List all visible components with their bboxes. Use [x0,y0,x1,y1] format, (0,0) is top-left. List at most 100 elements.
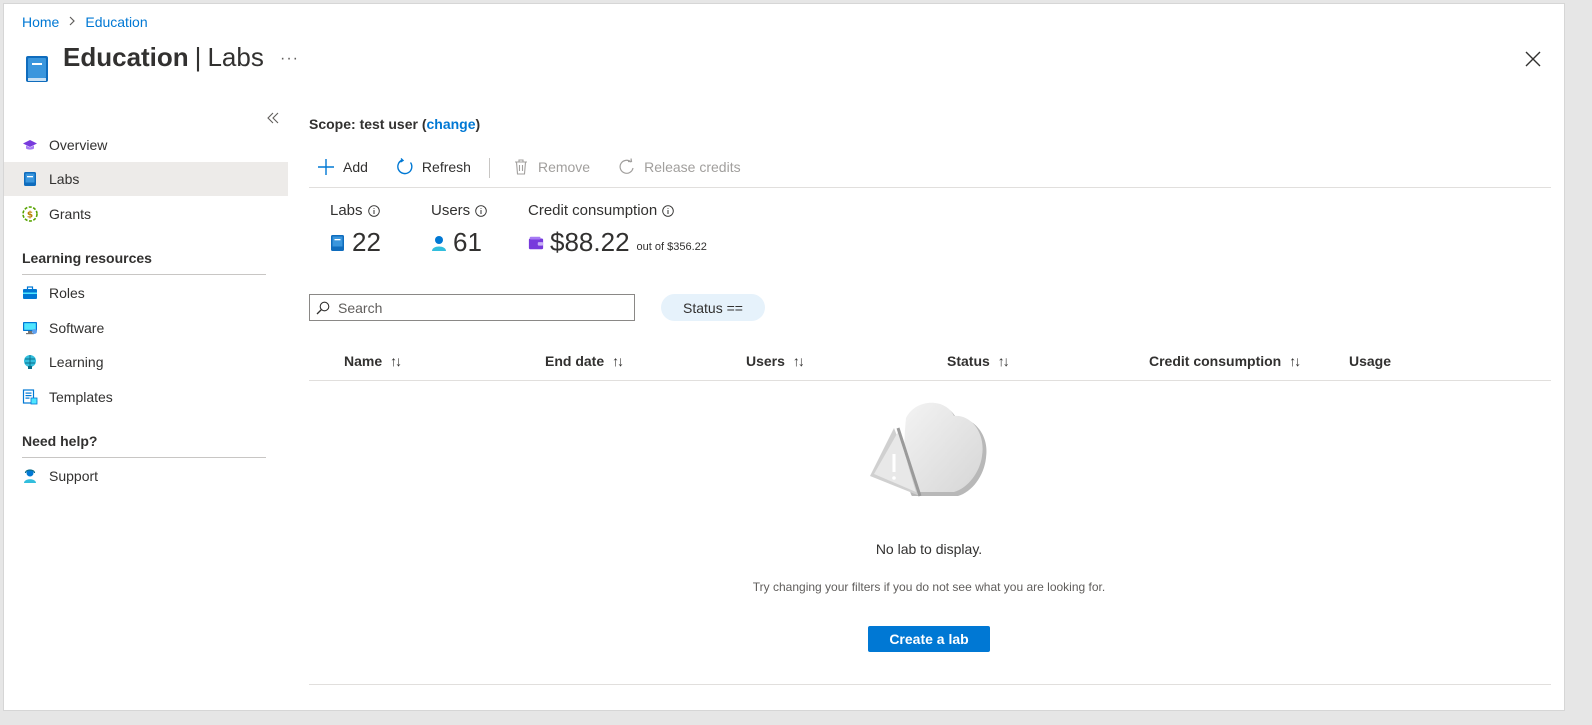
refresh-icon [396,158,414,176]
user-icon [431,234,447,252]
more-options-icon[interactable]: ··· [280,50,299,68]
column-header-end-date[interactable]: End date ↑↓ [545,353,624,369]
sidebar-item-software[interactable]: Software [4,311,288,345]
column-header-usage: Usage [1349,353,1391,369]
column-header-credit-consumption[interactable]: Credit consumption ↑↓ [1149,353,1301,369]
column-header-label: Users [746,353,785,369]
sidebar-item-support[interactable]: Support [4,459,288,493]
sidebar-item-label: Support [49,468,99,484]
sidebar-item-labs[interactable]: Labs [4,162,288,196]
stat-credit-value: $88.22 [550,227,630,257]
column-header-label: Status [947,353,990,369]
stat-credit-label: Credit consumption [528,202,658,219]
dollar-coin-icon: $ [22,206,38,222]
sort-icon: ↑↓ [792,353,805,369]
toolbar-divider [488,158,490,178]
sidebar-item-learning[interactable]: Learning [4,345,288,379]
redo-arrow-icon [618,158,636,176]
book-icon [24,54,50,84]
stat-credit: Credit consumption $88.22 out of $356.22 [528,202,707,258]
divider [309,684,1551,685]
search-input[interactable] [338,299,618,316]
chevron-right-icon [68,15,76,29]
templates-icon [22,389,38,405]
scope-label: Scope: test user ( [309,116,427,132]
title-separator: | [194,42,202,72]
empty-cloud-warning-icon [868,400,992,504]
support-person-icon [22,468,38,484]
remove-button-label: Remove [537,159,591,175]
stat-users-value: 61 [453,227,482,257]
briefcase-icon [22,285,38,301]
release-credits-button[interactable]: Release credits [610,156,741,178]
sidebar-item-grants[interactable]: $ Grants [4,197,288,231]
add-button-label: Add [343,159,368,175]
scope-line: Scope: test user (change) [309,116,480,132]
remove-button[interactable]: Remove [504,156,590,178]
column-header-name[interactable]: Name ↑↓ [344,353,402,369]
mortarboard-icon [22,137,38,153]
close-icon[interactable] [1524,50,1542,68]
sidebar-item-overview[interactable]: Overview [4,128,288,162]
sort-icon: ↑↓ [1289,353,1301,369]
page-title-main: Education [63,42,189,72]
search-icon [316,301,330,315]
refresh-button[interactable]: Refresh [388,156,471,178]
main-frame: Home Education Education | Labs ··· Overvi… [3,3,1565,711]
column-header-status[interactable]: Status ↑↓ [947,353,1010,369]
table-header: Name ↑↓ End date ↑↓ Users ↑↓ Status ↑↓ C… [309,344,1551,381]
monitor-icon [22,320,38,336]
column-header-label: Credit consumption [1149,353,1282,369]
column-header-users[interactable]: Users ↑↓ [746,353,805,369]
column-header-label: Usage [1349,353,1392,369]
scope-suffix: ) [475,116,481,132]
sort-icon: ↑↓ [390,353,402,369]
breadcrumb-home[interactable]: Home [22,14,59,30]
breadcrumb-education[interactable]: Education [85,14,147,30]
empty-state-title: No lab to display. [875,541,983,557]
wallet-icon [528,234,544,252]
empty-state-subtitle: Try changing your filters if you do not … [752,580,1106,594]
trash-icon [512,158,530,176]
stat-labs-value: 22 [352,227,381,257]
sidebar-item-label: Overview [49,137,108,153]
info-icon[interactable] [475,204,487,217]
stat-credit-total: out of $356.22 [636,240,707,253]
info-icon[interactable] [367,204,380,217]
stat-users: Users 61 [431,202,487,258]
sidebar-item-label: Grants [49,206,92,222]
page-title-sub: Labs [207,42,264,72]
section-learning-resources: Learning resources [22,250,266,275]
book-icon [330,234,346,252]
plus-icon [317,158,335,176]
column-header-label: End date [545,353,605,369]
brain-icon [22,354,38,370]
book-icon [22,171,38,187]
info-icon[interactable] [662,204,674,217]
stat-labs: Labs 22 [330,202,381,258]
collapse-sidebar-icon[interactable] [267,108,279,129]
create-lab-button[interactable]: Create a lab [868,626,990,652]
sidebar-item-label: Roles [49,285,85,301]
sidebar-item-label: Templates [49,389,113,405]
release-credits-label: Release credits [644,159,741,175]
section-need-help: Need help? [22,433,266,458]
sidebar-item-label: Software [49,320,105,336]
stat-users-label: Users [431,202,471,219]
svg-text:$: $ [27,211,33,221]
sidebar-item-label: Learning [49,354,104,370]
page-title: Education | Labs [63,42,264,73]
stat-labs-label: Labs [330,202,363,219]
change-scope-link[interactable]: change [426,116,475,132]
add-button[interactable]: Add [309,156,368,178]
command-bar: Add Refresh Remove Release credits [309,156,1551,188]
status-filter-pill[interactable]: Status == [661,294,765,321]
sort-icon: ↑↓ [612,353,624,369]
sort-icon: ↑↓ [997,353,1010,369]
column-header-label: Name [344,353,383,369]
breadcrumb: Home Education [22,14,148,30]
search-box[interactable] [309,294,635,321]
sidebar-item-templates[interactable]: Templates [4,380,288,414]
sidebar-item-label: Labs [49,171,80,187]
sidebar-item-roles[interactable]: Roles [4,276,288,310]
